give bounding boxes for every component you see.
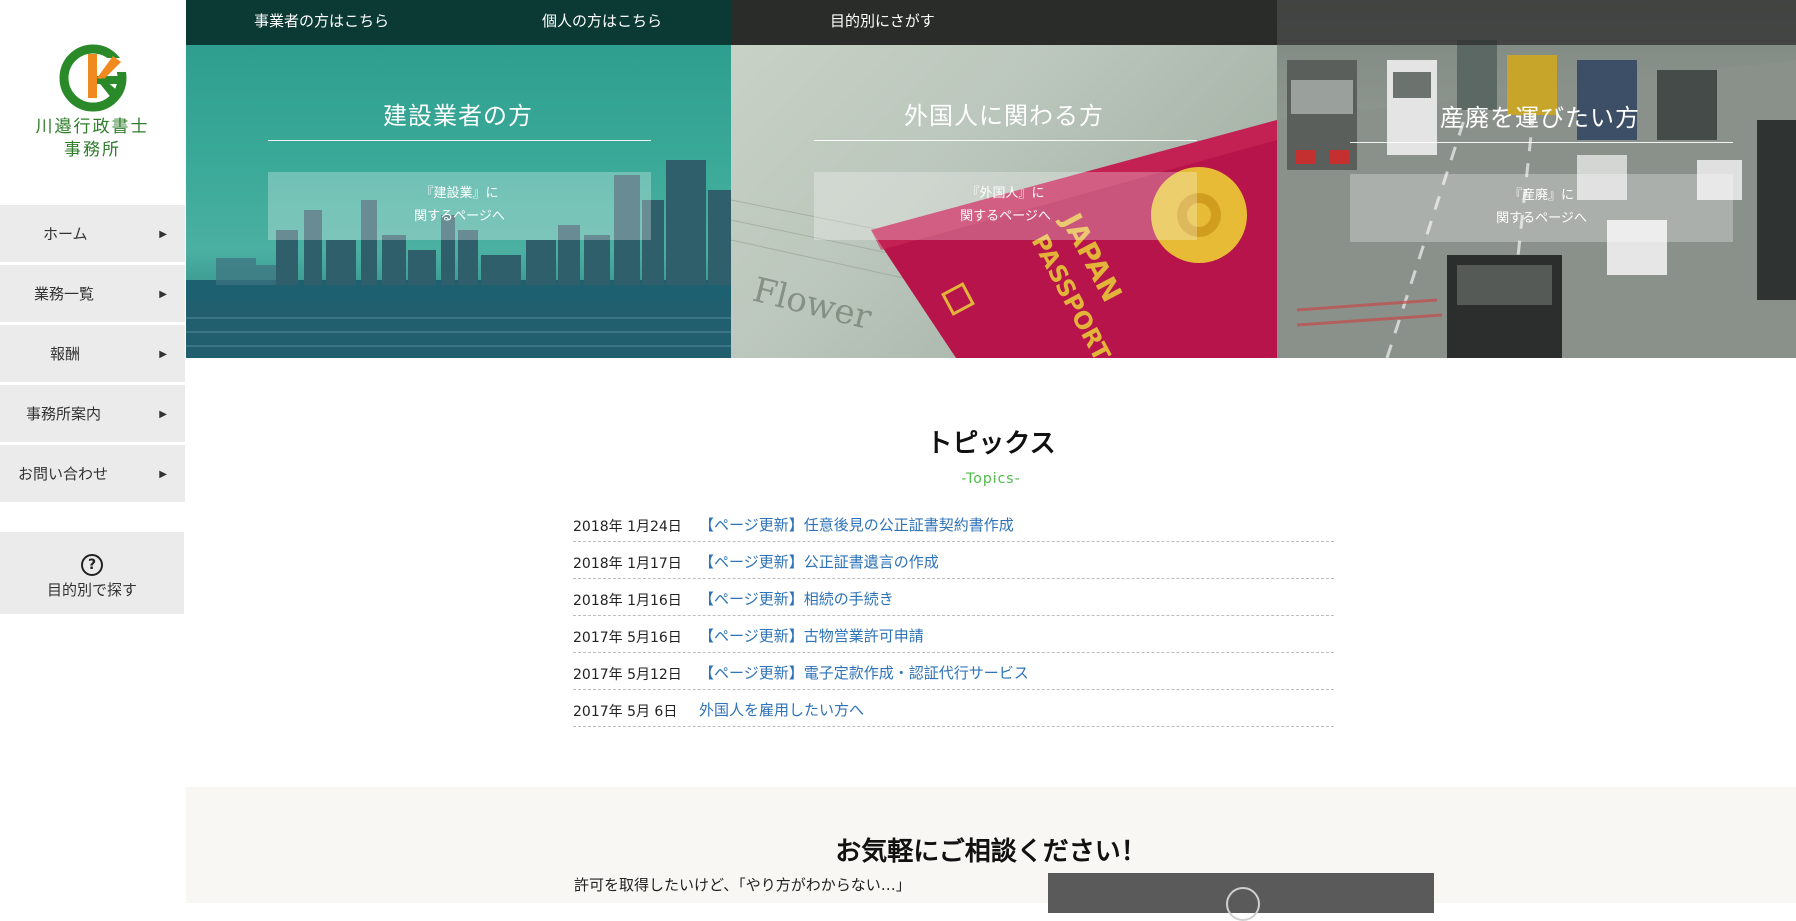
topic-link[interactable]: 外国人を雇用したい方へ (699, 699, 864, 720)
logo[interactable]: 川邉行政書士 事務所 (0, 40, 185, 180)
construction-page-button[interactable]: 『建設業』に 関するページへ (268, 172, 651, 240)
topnav-purpose-link[interactable]: 目的別にさがす (830, 10, 935, 31)
top-navigation-segment (1277, 0, 1796, 45)
office-name-line2: 事務所 (64, 140, 121, 160)
panel-divider (268, 140, 651, 141)
list-item: 2017年 5月16日 【ページ更新】古物営業許可申請 (573, 616, 1334, 653)
sidebar: 川邉行政書士 事務所 ホーム ▶ 業務一覧 ▶ 報酬 ▶ 事務所案内 ▶ お問い… (0, 0, 185, 903)
sidebar-item-label: お問い合わせ (18, 465, 109, 483)
sidebar-item-home[interactable]: ホーム ▶ (0, 205, 185, 262)
topics-title: トピックス (926, 429, 1056, 459)
sidebar-item-label: 事務所案内 (26, 405, 102, 423)
list-item: 2017年 5月 6日 外国人を雇用したい方へ (573, 690, 1334, 727)
panel-button-line1: 『産廃』に (1508, 188, 1574, 203)
foreigners-page-button[interactable]: 『外国人』に 関するページへ (814, 172, 1197, 240)
topic-date: 2017年 5月12日 (573, 667, 682, 683)
list-item: 2018年 1月16日 【ページ更新】相続の手続き (573, 579, 1334, 616)
circle-icon (1226, 887, 1260, 921)
consult-title: お気軽にご相談ください！ (835, 837, 1147, 867)
panel-title-industrial-waste: 産廃を運びたい方 (1440, 104, 1640, 132)
topic-link[interactable]: 【ページ更新】相続の手続き (699, 588, 894, 609)
triangle-right-icon: ▶ (159, 409, 167, 420)
topic-link[interactable]: 【ページ更新】古物営業許可申請 (699, 625, 924, 646)
panel-title-foreigners: 外国人に関わる方 (904, 102, 1104, 130)
topic-date: 2018年 1月16日 (573, 593, 682, 609)
construction-panel[interactable]: 建設業者の方 『建設業』に 関するページへ (186, 0, 731, 358)
list-item: 2017年 5月12日 【ページ更新】電子定款作成・認証代行サービス (573, 653, 1334, 690)
topic-link[interactable]: 【ページ更新】公正証書遺言の作成 (699, 551, 939, 572)
topnav-individual-link[interactable]: 個人の方はこちら (542, 10, 662, 31)
hero-banner: 建設業者の方 『建設業』に 関するページへ Flower JAPAN PASSP… (186, 0, 1796, 358)
consult-section: お気軽にご相談ください！ 許可を取得したいけど、「やり方がわからない…」 (186, 787, 1796, 921)
topnav-business-link[interactable]: 事業者の方はこちら (254, 10, 389, 31)
panel-button-line2: 関するページへ (1496, 211, 1587, 226)
panel-button-line2: 関するページへ (960, 209, 1051, 224)
top-navigation-segment (731, 0, 1277, 45)
sidebar-item-office[interactable]: 事務所案内 ▶ (0, 385, 185, 442)
industrial-waste-page-button[interactable]: 『産廃』に 関するページへ (1350, 174, 1733, 242)
office-name: 川邉行政書士 事務所 (0, 116, 185, 162)
topic-date: 2017年 5月 6日 (573, 704, 678, 720)
panel-divider (814, 140, 1197, 141)
topic-date: 2018年 1月24日 (573, 519, 682, 535)
top-navigation: 事業者の方はこちら 個人の方はこちら 目的別にさがす (186, 0, 1796, 45)
search-by-purpose-button[interactable]: ? 目的別で探す (0, 532, 184, 614)
industrial-waste-panel[interactable]: 産廃を運びたい方 『産廃』に 関するページへ (1277, 0, 1796, 358)
search-by-purpose-label: 目的別で探す (46, 581, 137, 599)
topic-link[interactable]: 【ページ更新】電子定款作成・認証代行サービス (699, 662, 1029, 683)
panel-button-line1: 『外国人』に (966, 186, 1045, 201)
triangle-right-icon: ▶ (159, 469, 167, 480)
triangle-right-icon: ▶ (159, 349, 167, 360)
consult-text: 許可を取得したいけど、「やり方がわからない…」 (574, 876, 911, 894)
topics-list: 2018年 1月24日 【ページ更新】任意後見の公正証書契約書作成 2018年 … (573, 505, 1334, 727)
consult-image (1048, 873, 1434, 921)
triangle-right-icon: ▶ (159, 229, 167, 240)
foreigners-panel[interactable]: Flower JAPAN PASSPORT 外国人に関わる方 『外国人』に 関す… (731, 0, 1277, 358)
panel-button-line2: 関するページへ (414, 209, 505, 224)
sidebar-item-contact[interactable]: お問い合わせ ▶ (0, 445, 185, 502)
list-item: 2018年 1月24日 【ページ更新】任意後見の公正証書契約書作成 (573, 505, 1334, 542)
topic-link[interactable]: 【ページ更新】任意後見の公正証書契約書作成 (699, 514, 1014, 535)
sidebar-item-fees[interactable]: 報酬 ▶ (0, 325, 185, 382)
panel-button-line1: 『建設業』に (420, 186, 499, 201)
topics-subtitle: -Topics- (961, 471, 1021, 487)
triangle-right-icon: ▶ (159, 289, 167, 300)
question-circle-icon: ? (81, 554, 103, 576)
panel-divider (1350, 142, 1733, 143)
office-name-line1: 川邉行政書士 (35, 117, 150, 137)
sidebar-nav: ホーム ▶ 業務一覧 ▶ 報酬 ▶ 事務所案内 ▶ お問い合わせ ▶ (0, 205, 185, 505)
list-item: 2018年 1月17日 【ページ更新】公正証書遺言の作成 (573, 542, 1334, 579)
sidebar-item-label: 報酬 (50, 345, 81, 363)
sidebar-item-label: ホーム (43, 225, 88, 243)
kg-logo-icon (59, 44, 129, 112)
sidebar-item-services[interactable]: 業務一覧 ▶ (0, 265, 185, 322)
sidebar-item-label: 業務一覧 (34, 285, 95, 303)
topic-date: 2018年 1月17日 (573, 556, 682, 572)
panel-title-construction: 建設業者の方 (383, 102, 533, 130)
topic-date: 2017年 5月16日 (573, 630, 682, 646)
svg-text:Flower: Flower (749, 270, 876, 338)
